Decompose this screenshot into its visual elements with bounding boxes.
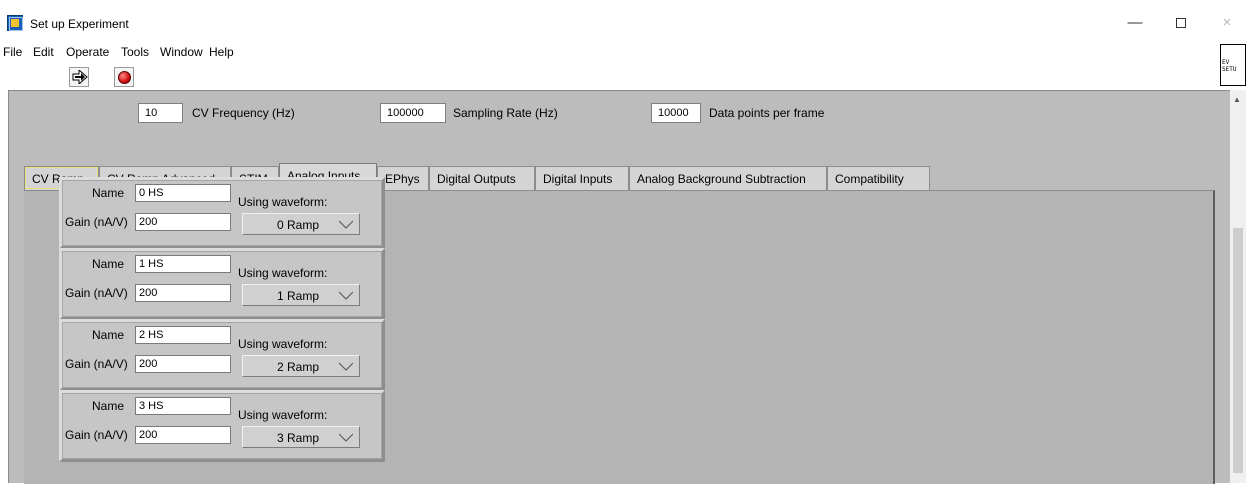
scrollbar-thumb[interactable] (1233, 228, 1243, 473)
menu-help[interactable]: Help (209, 45, 234, 59)
menu-file[interactable]: File (3, 45, 22, 59)
tab-compatibility[interactable]: Compatibility (827, 166, 930, 190)
channel-gain-input[interactable]: 200 (135, 426, 231, 444)
using-waveform-label: Using waveform: (238, 408, 328, 422)
data-points-input[interactable]: 10000 (651, 103, 701, 123)
waveform-select-value: 1 Ramp (277, 289, 320, 303)
channel-name-input[interactable]: 1 HS (135, 255, 231, 273)
minimize-button[interactable]: — (1112, 8, 1158, 38)
menu-edit[interactable]: Edit (33, 45, 54, 59)
dropdown-arrow-icon (339, 220, 353, 229)
gain-label: Gain (nA/V) (65, 286, 128, 300)
channel-name-input[interactable]: 2 HS (135, 326, 231, 344)
channel-cluster-1: Name 1 HS Gain (nA/V) 200 Using waveform… (59, 248, 385, 320)
channel-cluster-frame: Name 2 HS Gain (nA/V) 200 Using waveform… (62, 322, 382, 388)
vertical-scrollbar[interactable]: ▲ (1230, 90, 1246, 483)
tab-digital-inputs[interactable]: Digital Inputs (535, 166, 629, 190)
run-button[interactable] (69, 67, 89, 87)
cv-frequency-label: CV Frequency (Hz) (192, 106, 295, 120)
tab-analog-background-subtraction[interactable]: Analog Background Subtraction (629, 166, 827, 190)
maximize-icon (1176, 18, 1186, 29)
sampling-rate-label: Sampling Rate (Hz) (453, 106, 558, 120)
dropdown-arrow-icon (339, 433, 353, 442)
cv-frequency-input[interactable]: 10 (138, 103, 183, 123)
sampling-rate-input[interactable]: 100000 (380, 103, 446, 123)
front-panel: 10 CV Frequency (Hz) 100000 Sampling Rat… (8, 90, 1246, 484)
name-label: Name (92, 186, 125, 200)
gain-label: Gain (nA/V) (65, 428, 128, 442)
run-arrow-icon (72, 70, 88, 84)
toolbar (0, 60, 1218, 90)
waveform-select-value: 2 Ramp (277, 360, 320, 374)
dropdown-arrow-icon (339, 362, 353, 371)
channel-cluster-frame: Name 1 HS Gain (nA/V) 200 Using waveform… (62, 251, 382, 317)
channel-cluster-3: Name 3 HS Gain (nA/V) 200 Using waveform… (59, 390, 385, 462)
menu-bar: File Edit Operate Tools Window Help (0, 42, 1246, 60)
title-bar: Set up Experiment — × (0, 0, 1246, 42)
name-label: Name (92, 257, 125, 271)
vi-icon-line: EV (1222, 59, 1230, 66)
waveform-select[interactable]: 3 Ramp (242, 426, 360, 448)
name-label: Name (92, 328, 125, 342)
using-waveform-label: Using waveform: (238, 266, 328, 280)
name-label: Name (92, 399, 125, 413)
channel-name-input[interactable]: 0 HS (135, 184, 231, 202)
waveform-select[interactable]: 1 Ramp (242, 284, 360, 306)
channel-cluster-0: Name 0 HS Gain (nA/V) 200 Using waveform… (59, 177, 385, 249)
tab-digital-outputs[interactable]: Digital Outputs (429, 166, 535, 190)
gain-label: Gain (nA/V) (65, 215, 128, 229)
waveform-select[interactable]: 0 Ramp (242, 213, 360, 235)
channel-cluster-frame: Name 0 HS Gain (nA/V) 200 Using waveform… (62, 180, 382, 246)
menu-tools[interactable]: Tools (121, 45, 149, 59)
close-button[interactable]: × (1204, 8, 1246, 38)
using-waveform-label: Using waveform: (238, 337, 328, 351)
waveform-select-value: 0 Ramp (277, 218, 320, 232)
abort-stop-icon (118, 71, 131, 84)
dropdown-arrow-icon (339, 291, 353, 300)
channel-gain-input[interactable]: 200 (135, 284, 231, 302)
gain-label: Gain (nA/V) (65, 357, 128, 371)
vi-icon-line: SETU (1222, 66, 1237, 73)
waveform-select-value: 3 Ramp (277, 431, 320, 445)
labview-app-icon (7, 15, 23, 31)
channel-cluster-2: Name 2 HS Gain (nA/V) 200 Using waveform… (59, 319, 385, 391)
channel-cluster-frame: Name 3 HS Gain (nA/V) 200 Using waveform… (62, 393, 382, 459)
channel-name-input[interactable]: 3 HS (135, 397, 231, 415)
window-title: Set up Experiment (30, 17, 129, 31)
menu-window[interactable]: Window (160, 45, 203, 59)
channel-gain-input[interactable]: 200 (135, 213, 231, 231)
waveform-select[interactable]: 2 Ramp (242, 355, 360, 377)
channel-gain-input[interactable]: 200 (135, 355, 231, 373)
abort-button[interactable] (114, 67, 134, 87)
vi-connector-icon[interactable]: EV SETU (1220, 44, 1246, 86)
data-points-label: Data points per frame (709, 106, 825, 120)
maximize-button[interactable] (1158, 8, 1204, 38)
menu-operate[interactable]: Operate (66, 45, 109, 59)
scroll-up-arrow-icon[interactable]: ▲ (1233, 95, 1241, 104)
using-waveform-label: Using waveform: (238, 195, 328, 209)
analog-inputs-tab-panel: Name 0 HS Gain (nA/V) 200 Using waveform… (24, 177, 1215, 484)
